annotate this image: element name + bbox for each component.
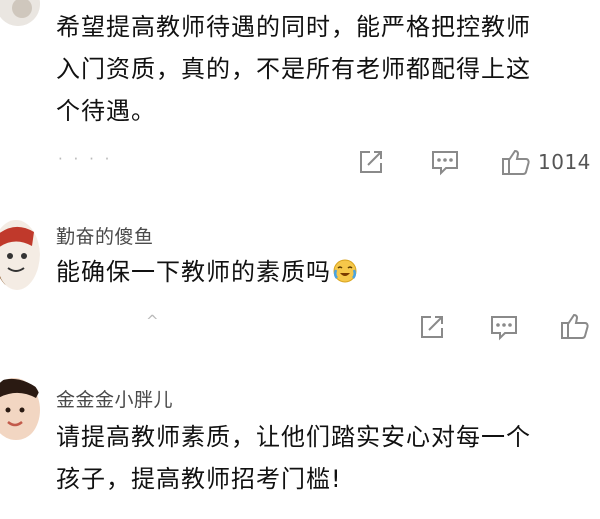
like-icon — [502, 149, 530, 175]
comment-button[interactable] — [489, 313, 519, 341]
comment-icon — [491, 316, 517, 341]
comment-text: 能确保一下教师的素质吗 — [56, 251, 357, 293]
share-button[interactable] — [417, 312, 447, 342]
comment-text: 请提高教师素质，让他们踏实安心对每一个 孩子，提高教师招考门槛! — [56, 423, 531, 493]
crying-laughing-emoji — [333, 259, 357, 283]
like-button[interactable]: 1014 — [500, 146, 591, 178]
like-button[interactable] — [559, 310, 591, 342]
comment-button[interactable] — [430, 148, 460, 176]
share-icon — [421, 316, 443, 338]
avatar[interactable] — [0, 0, 40, 26]
like-icon — [561, 313, 589, 339]
share-icon — [360, 151, 382, 173]
username[interactable]: 勤奋的傻鱼 — [56, 222, 154, 249]
username[interactable]: 金金金小胖儿 — [56, 385, 173, 412]
share-button[interactable] — [356, 147, 386, 177]
avatar[interactable] — [0, 376, 42, 440]
comment-meta: · · · · — [58, 150, 113, 168]
comment-meta: ^ — [146, 312, 162, 330]
comment-text: 希望提高教师待遇的同时，能严格把控教师 入门资质，真的，不是所有老师都配得上这 … — [56, 13, 531, 125]
comment-icon — [432, 151, 458, 176]
avatar[interactable] — [0, 216, 40, 290]
like-count: 1014 — [538, 150, 591, 174]
